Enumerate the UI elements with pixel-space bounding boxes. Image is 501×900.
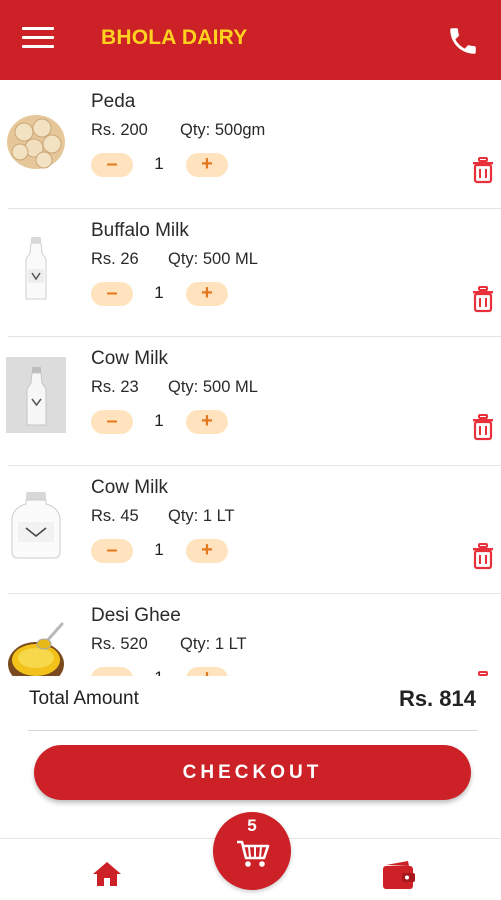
increase-button[interactable]: + (186, 281, 228, 306)
product-qty: Qty: 500 ML (168, 249, 258, 268)
phone-icon[interactable] (446, 24, 480, 58)
product-name: Desi Ghee (91, 605, 181, 626)
item-count: 1 (154, 282, 164, 302)
total-divider (28, 730, 477, 731)
cart-item: Desi Ghee Rs. 520 Qty: 1 LT – 1 + (0, 594, 501, 676)
decrease-button[interactable]: – (91, 153, 133, 177)
app-bar: BHOLA DAIRY (0, 0, 501, 80)
item-count: 1 (154, 539, 164, 559)
product-qty: Qty: 1 LT (180, 635, 247, 653)
trash-icon[interactable] (470, 413, 496, 441)
cart-item: Cow Milk Rs. 23 Qty: 500 ML – 1 + (0, 337, 501, 466)
product-qty: Qty: 500 ML (168, 378, 258, 396)
product-name: Cow Milk (91, 476, 169, 498)
increase-button[interactable]: + (186, 410, 228, 434)
total-row: Total Amount Rs. 814 (0, 676, 501, 726)
cart-item: Cow Milk Rs. 45 Qty: 1 LT – 1 + (0, 466, 501, 594)
milk-bottle-image (6, 357, 66, 433)
milk-bottle-image (25, 236, 47, 299)
trash-icon[interactable] (470, 542, 496, 570)
product-price: Rs. 520 (91, 635, 148, 653)
checkout-button[interactable]: CHECKOUT (34, 745, 471, 800)
product-qty: Qty: 500gm (180, 121, 266, 139)
wallet-icon[interactable] (382, 859, 416, 891)
decrease-button[interactable]: – (91, 281, 133, 306)
home-icon[interactable] (92, 861, 122, 887)
cart-icon (237, 840, 270, 867)
decrease-button[interactable]: – (91, 667, 133, 676)
trash-icon[interactable] (470, 285, 496, 313)
product-price: Rs. 45 (91, 506, 139, 525)
product-price: Rs. 23 (91, 378, 139, 396)
milk-jar-image (11, 491, 61, 558)
product-name: Buffalo Milk (91, 219, 189, 241)
trash-icon[interactable] (470, 156, 496, 184)
product-price: Rs. 200 (91, 121, 148, 139)
increase-button[interactable]: + (186, 153, 228, 177)
cart-button[interactable]: 5 (213, 812, 291, 890)
peda-image (7, 115, 65, 169)
product-price: Rs. 26 (91, 249, 139, 268)
cart-item: Peda Rs. 200 Qty: 500gm – 1 + (0, 80, 501, 209)
product-name: Peda (91, 91, 136, 112)
product-qty: Qty: 1 LT (168, 506, 235, 525)
increase-button[interactable]: + (186, 667, 228, 676)
cart-badge: 5 (247, 816, 257, 835)
cart-item: Buffalo Milk Rs. 26 Qty: 500 ML – 1 + (0, 209, 501, 337)
item-count: 1 (154, 411, 164, 430)
product-name: Cow Milk (91, 348, 169, 369)
item-count: 1 (150, 668, 168, 676)
decrease-button[interactable]: – (91, 538, 133, 563)
decrease-button[interactable]: – (91, 410, 133, 434)
increase-button[interactable]: + (186, 538, 228, 563)
cart-list[interactable]: Peda Rs. 200 Qty: 500gm – 1 + Buffalo Mi… (0, 80, 501, 676)
total-label: Total Amount (29, 688, 139, 709)
total-amount: Rs. 814 (398, 686, 476, 711)
menu-icon[interactable] (22, 27, 54, 53)
item-count: 1 (154, 154, 164, 173)
ghee-image (8, 622, 64, 676)
app-title: BHOLA DAIRY (101, 26, 248, 49)
